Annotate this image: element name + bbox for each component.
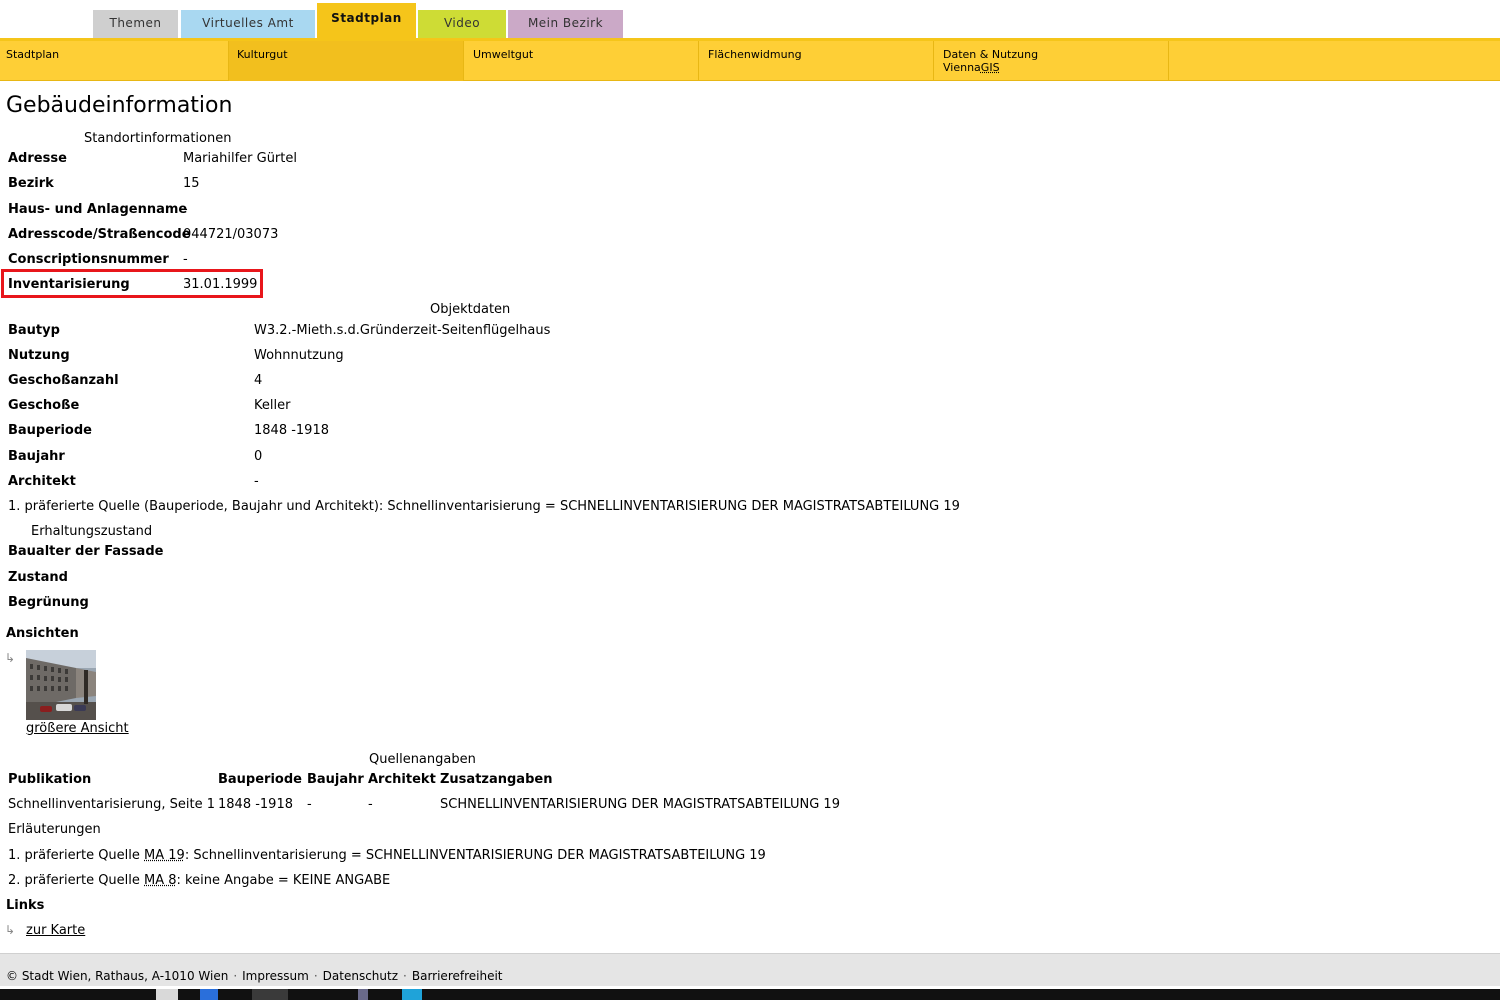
value-baujahr: 0 — [254, 449, 263, 464]
zur-karte-link[interactable]: zur Karte — [26, 923, 85, 938]
quellen-cell-publikation: Schnellinventarisierung, Seite 1 — [8, 797, 215, 812]
quellen-cell-baujahr: - — [307, 797, 312, 812]
standort-caption: Standortinformationen — [84, 131, 232, 146]
value-baualter-fassade: - — [155, 544, 160, 559]
value-architekt: - — [254, 474, 259, 489]
tab-stadtplan[interactable]: Stadtplan — [317, 3, 416, 40]
erlaeuterung-1-suffix: : Schnellinventarisierung = SCHNELLINVEN… — [184, 848, 766, 863]
label-hausname: Haus- und Anlagenname — [8, 202, 188, 217]
erlaeuterung-line-1: 1. präferierte Quelle MA 19: Schnellinve… — [8, 848, 766, 863]
taskbar — [0, 989, 1500, 1000]
quellen-cell-architekt: - — [368, 797, 373, 812]
label-geschossanzahl: Geschoßanzahl — [8, 373, 119, 388]
page-title: Gebäudeinformation — [6, 93, 233, 118]
quellen-cell-bauperiode: 1848 -1918 — [218, 797, 293, 812]
quellen-caption: Quellenangaben — [369, 752, 476, 767]
footer: © Stadt Wien, Rathaus, A-1010 Wien · Impre… — [0, 953, 1500, 986]
taskbar-app-icon[interactable] — [402, 989, 422, 1000]
erlaeuterungen-heading: Erläuterungen — [8, 822, 101, 837]
ansichten-heading: Ansichten — [6, 626, 79, 641]
label-geschosse: Geschoße — [8, 398, 80, 413]
label-bezirk: Bezirk — [8, 176, 54, 191]
label-baujahr: Baujahr — [8, 449, 65, 464]
taskbar-app-icon[interactable] — [252, 989, 288, 1000]
label-bautyp: Bautyp — [8, 323, 60, 338]
objektdaten-footnote: 1. präferierte Quelle (Bauperiode, Bauja… — [8, 499, 960, 514]
value-bautyp: W3.2.-Mieth.s.d.Gründerzeit-Seitenflügel… — [254, 323, 551, 338]
ma19-abbr: MA 19 — [144, 848, 185, 863]
label-bauperiode: Bauperiode — [8, 423, 92, 438]
subnav-item-flaechenwidmung[interactable]: Flächenwidmung — [699, 41, 934, 81]
subnav-item-daten-label: Daten & Nutzung — [943, 48, 1039, 61]
value-geschossanzahl: 4 — [254, 373, 263, 388]
erlaeuterung-1-prefix: 1. präferierte Quelle — [8, 848, 145, 863]
building-thumbnail[interactable] — [26, 650, 96, 720]
groessere-ansicht-link[interactable]: größere Ansicht — [26, 721, 129, 736]
erlaeuterung-line-2: 2. präferierte Quelle MA 8: keine Angabe… — [8, 873, 390, 888]
tab-mein-bezirk[interactable]: Mein Bezirk — [508, 10, 623, 38]
label-adresse: Adresse — [8, 151, 67, 166]
value-conscriptionsnummer: - — [183, 252, 188, 267]
value-nutzung: Wohnnutzung — [254, 348, 344, 363]
barrierefreiheit-link[interactable]: Barrierefreiheit — [412, 969, 503, 983]
value-geschosse: Keller — [254, 398, 291, 413]
label-conscriptionsnummer: Conscriptionsnummer — [8, 252, 169, 267]
datenschutz-link[interactable]: Datenschutz — [323, 969, 398, 983]
label-begruenung: Begrünung — [8, 595, 89, 610]
gis-abbr: GIS — [980, 61, 1000, 74]
label-architekt: Architekt — [8, 474, 76, 489]
arrow-icon: ↳ — [5, 651, 16, 665]
footer-copyright: © Stadt Wien, Rathaus, A-1010 Wien — [6, 969, 229, 983]
impressum-link[interactable]: Impressum — [242, 969, 309, 983]
label-zustand: Zustand — [8, 570, 68, 585]
footer-separator: · — [233, 969, 238, 983]
viennagis-prefix: Vienna — [943, 61, 981, 74]
label-nutzung: Nutzung — [8, 348, 70, 363]
taskbar-app-icon[interactable] — [358, 989, 368, 1000]
label-baualter-fassade: Baualter der Fassade — [8, 544, 164, 559]
top-tabs: Themen Virtuelles Amt Stadtplan Video Me… — [0, 0, 1500, 40]
value-bezirk: 15 — [183, 176, 200, 191]
quellen-header-baujahr: Baujahr — [307, 772, 364, 787]
arrow-icon: ↳ — [5, 923, 16, 937]
taskbar-app-icon[interactable] — [200, 989, 218, 1000]
value-adresscode: 044721/03073 — [183, 227, 279, 242]
highlight-box — [1, 269, 263, 298]
value-adresse: Mariahilfer Gürtel — [183, 151, 297, 166]
footer-separator: · — [403, 969, 407, 983]
value-bauperiode: 1848 -1918 — [254, 423, 329, 438]
subnav-item-umweltgut[interactable]: Umweltgut — [464, 41, 699, 81]
sub-navigation: Stadtplan Kulturgut Umweltgut Flächenwid… — [0, 41, 1500, 81]
erhaltung-caption: Erhaltungszustand — [31, 524, 153, 539]
taskbar-app-icon[interactable] — [156, 989, 178, 1000]
tab-video[interactable]: Video — [418, 10, 506, 38]
subnav-item-stadtplan[interactable]: Stadtplan — [0, 41, 229, 81]
footer-separator: · — [313, 969, 318, 983]
value-hausname: - — [183, 202, 188, 217]
ma8-abbr: MA 8 — [144, 873, 177, 888]
erlaeuterung-2-suffix: : keine Angabe = KEINE ANGABE — [176, 873, 391, 888]
objektdaten-caption: Objektdaten — [430, 302, 511, 317]
tab-virtuelles-amt[interactable]: Virtuelles Amt — [181, 10, 315, 38]
quellen-header-zusatzangaben: Zusatzangaben — [440, 772, 553, 787]
quellen-cell-zusatzangaben: SCHNELLINVENTARISIERUNG DER MAGISTRATSAB… — [440, 797, 840, 812]
quellen-header-architekt: Architekt — [368, 772, 436, 787]
quellen-header-publikation: Publikation — [8, 772, 92, 787]
subnav-item-viennagis-label: ViennaGIS — [943, 61, 1168, 74]
links-heading: Links — [6, 898, 45, 913]
subnav-item-kulturgut[interactable]: Kulturgut — [229, 41, 464, 81]
tab-themen[interactable]: Themen — [93, 10, 178, 38]
label-adresscode: Adresscode/Straßencode — [8, 227, 191, 242]
subnav-item-daten-nutzung[interactable]: Daten & Nutzung ViennaGIS — [934, 41, 1169, 81]
erlaeuterung-2-prefix: 2. präferierte Quelle — [8, 873, 145, 888]
quellen-header-bauperiode: Bauperiode — [218, 772, 302, 787]
